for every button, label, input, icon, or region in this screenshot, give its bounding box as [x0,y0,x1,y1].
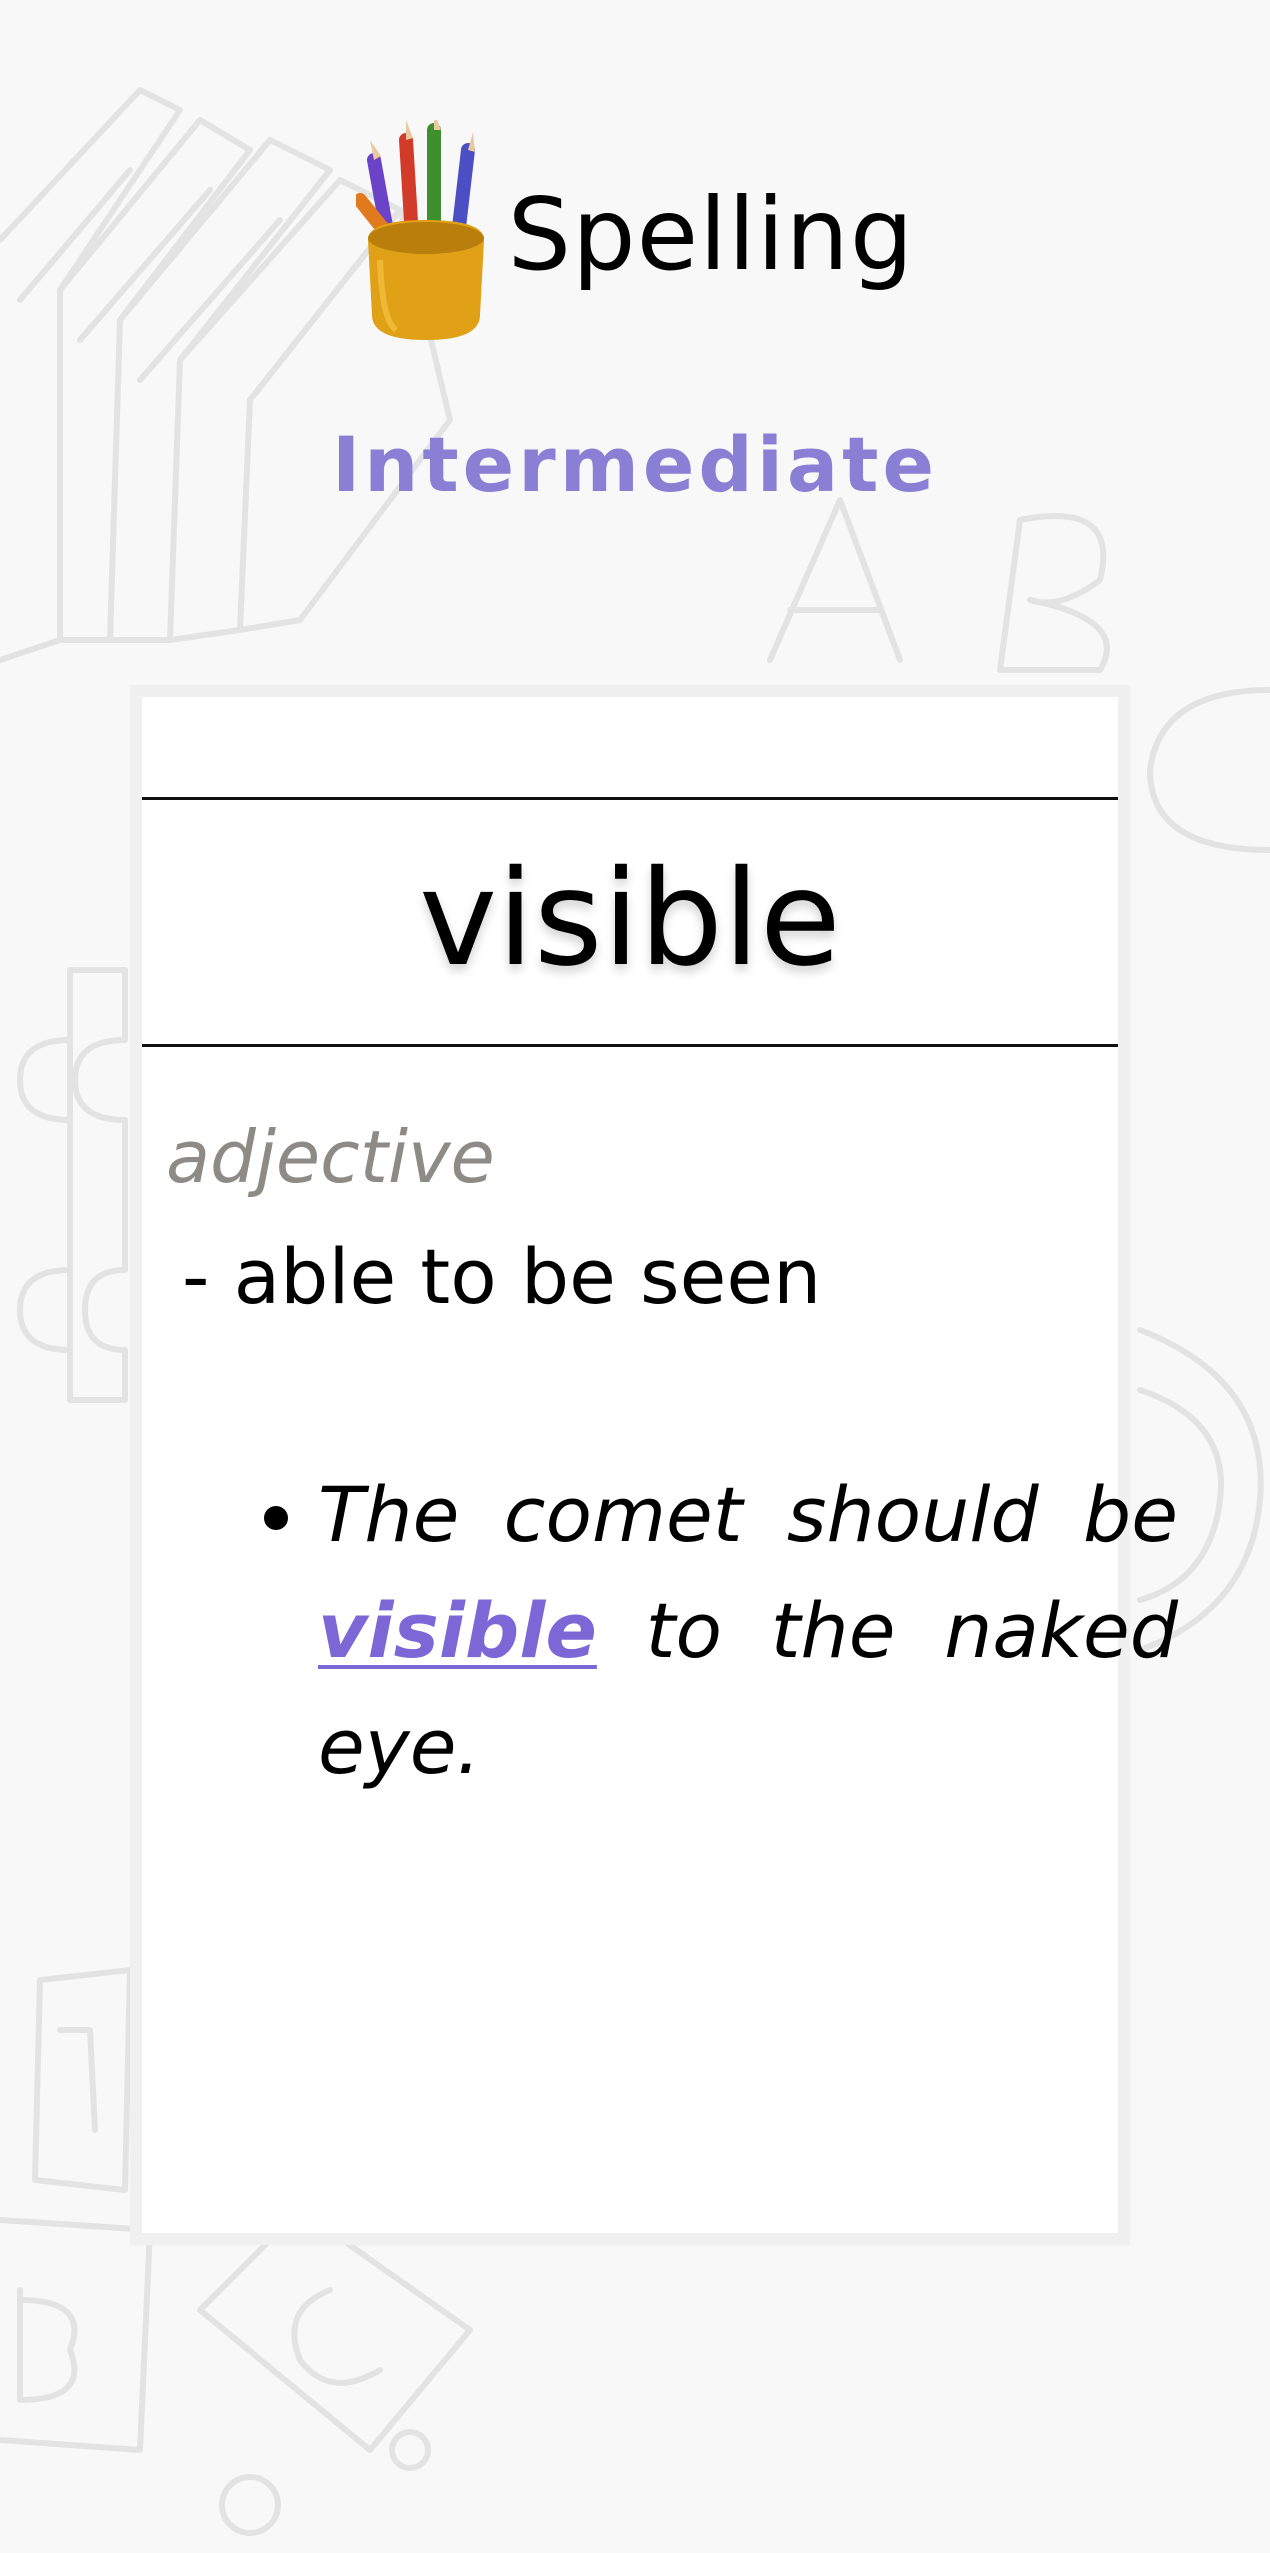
example-sentence: The comet should be visible to the naked… [318,1457,1178,1805]
app-header: Spelling [0,120,1270,340]
word-card: visible adjective - able to be seen The … [130,685,1178,2245]
app-screen: Spelling Intermediate visible adjective … [0,0,1270,2553]
definition-text: - able to be seen [182,1232,822,1321]
example-text-before: The comet should be [318,1470,1178,1559]
spelling-word: visible [419,842,841,996]
difficulty-level: Intermediate [331,420,939,509]
pencil-cup-icon [355,120,484,340]
example-highlight-word: visible [318,1586,597,1675]
word-band: visible [142,797,1118,1047]
part-of-speech: adjective [166,1115,495,1199]
example-list: The comet should be visible to the naked… [238,1457,1178,1805]
app-title: Spelling [507,176,915,293]
